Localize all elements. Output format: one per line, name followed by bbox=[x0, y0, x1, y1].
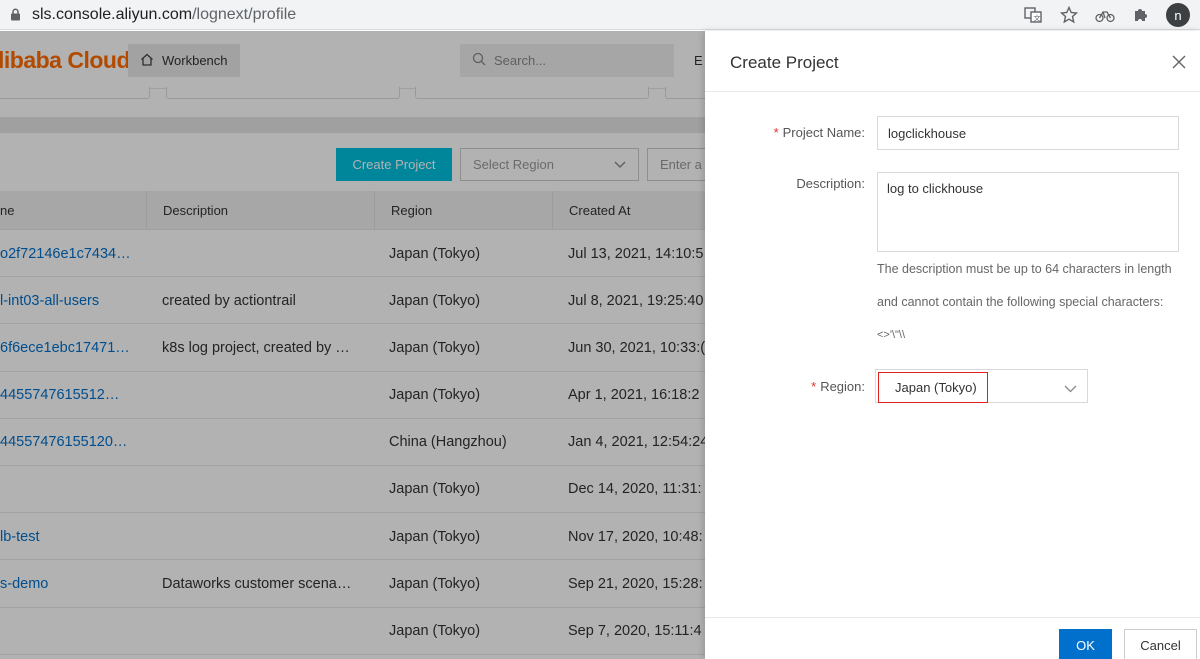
description-help-line1: The description must be up to 64 charact… bbox=[877, 262, 1172, 276]
required-mark: * bbox=[773, 125, 779, 140]
extensions-puzzle-icon[interactable] bbox=[1130, 4, 1152, 26]
region-label: * Region: bbox=[811, 379, 865, 394]
url-host: sls.console.aliyun.com bbox=[32, 5, 193, 23]
required-mark: * bbox=[811, 379, 817, 394]
modal-backdrop[interactable] bbox=[0, 31, 705, 659]
browser-address-bar: sls.console.aliyun.com/lognext/profile 文… bbox=[0, 0, 1200, 30]
project-name-input[interactable] bbox=[877, 116, 1179, 150]
chevron-down-icon bbox=[1064, 380, 1077, 398]
bookmark-star-icon[interactable] bbox=[1058, 4, 1080, 26]
url-text[interactable]: sls.console.aliyun.com/lognext/profile bbox=[32, 6, 296, 24]
create-project-drawer: Create Project *Project Name: Descriptio… bbox=[705, 31, 1200, 659]
ok-button[interactable]: OK bbox=[1059, 629, 1112, 659]
region-select[interactable]: Japan (Tokyo) bbox=[875, 369, 1088, 403]
description-textarea[interactable]: log to clickhouse bbox=[877, 172, 1179, 252]
translate-icon[interactable]: 文 bbox=[1022, 4, 1044, 26]
drawer-footer: OK Cancel bbox=[705, 617, 1200, 659]
region-selected-value: Japan (Tokyo) bbox=[878, 372, 988, 403]
svg-text:文: 文 bbox=[1034, 14, 1041, 23]
description-help-line2: and cannot contain the following special… bbox=[877, 295, 1164, 309]
profile-avatar[interactable]: n bbox=[1166, 3, 1190, 27]
extension-bike-icon[interactable] bbox=[1094, 4, 1116, 26]
lock-icon[interactable] bbox=[8, 8, 22, 22]
drawer-header: Create Project bbox=[705, 31, 1200, 92]
description-help-line3: <>'\"\\ bbox=[877, 329, 906, 341]
url-path: /lognext/profile bbox=[192, 5, 297, 23]
drawer-title: Create Project bbox=[730, 53, 839, 72]
description-label: Description: bbox=[796, 176, 865, 191]
project-name-label: * Project Name: bbox=[773, 125, 865, 140]
close-icon[interactable] bbox=[1170, 53, 1188, 71]
cancel-button[interactable]: Cancel bbox=[1124, 629, 1197, 659]
